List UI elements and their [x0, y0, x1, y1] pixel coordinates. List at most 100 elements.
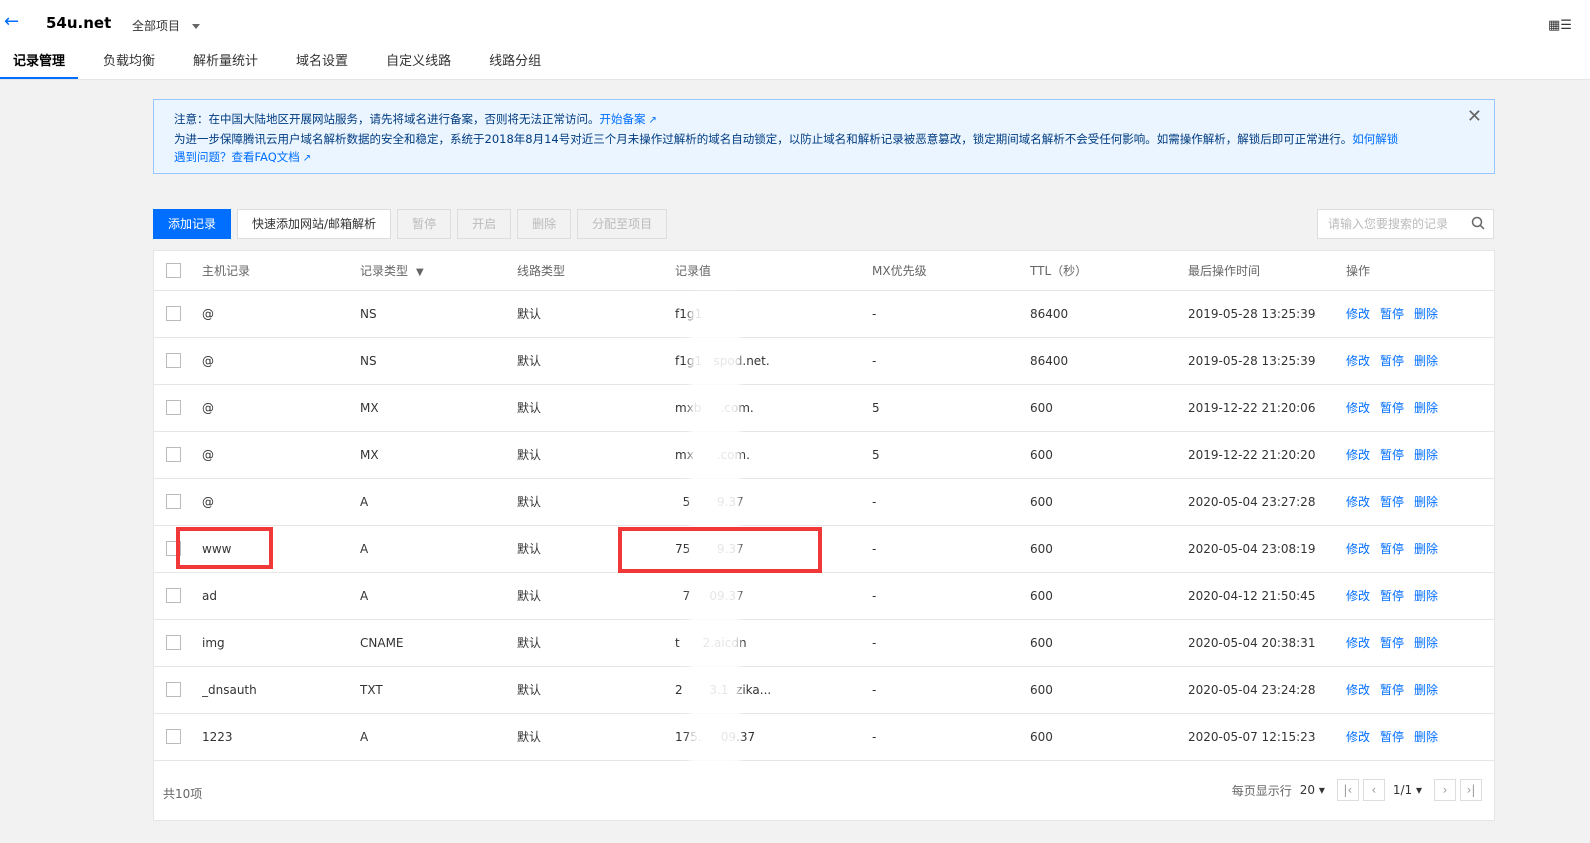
row-checkbox[interactable] [166, 306, 181, 321]
row-checkbox[interactable] [166, 353, 181, 368]
quick-add-button[interactable]: 快速添加网站/邮箱解析 [237, 209, 392, 239]
arrow-left-icon[interactable]: ← [4, 12, 24, 32]
cell-value: mxb .com. [675, 384, 872, 432]
cell-line: 默认 [517, 572, 675, 620]
pause-link[interactable]: 暂停 [1380, 542, 1404, 556]
delete-link[interactable]: 删除 [1414, 448, 1438, 462]
row-checkbox[interactable] [166, 729, 181, 744]
edit-link[interactable]: 修改 [1346, 730, 1370, 744]
tab-load-balance[interactable]: 负载均衡 [90, 45, 168, 79]
edit-link[interactable]: 修改 [1346, 683, 1370, 697]
table-footer: 共10项 每页显示行 20 ▾ |‹ ‹ 1/1 ▾ › ›| [154, 765, 1494, 821]
edit-link[interactable]: 修改 [1346, 495, 1370, 509]
cell-mx: 5 [872, 431, 1030, 479]
cell-ttl: 86400 [1030, 290, 1188, 338]
search-box [1317, 209, 1494, 239]
row-checkbox[interactable] [166, 494, 181, 509]
delete-link[interactable]: 删除 [1414, 589, 1438, 603]
select-all-checkbox[interactable] [166, 262, 181, 278]
delete-link[interactable]: 删除 [1414, 542, 1438, 556]
notice-line-3: 遇到问题？查看FAQ文档 ↗ [174, 148, 1474, 168]
pause-link[interactable]: 暂停 [1380, 401, 1404, 415]
search-icon[interactable] [1471, 216, 1485, 230]
notice-text-2: 为进一步保障腾讯云用户域名解析数据的安全和稳定，系统于2018年8月14号对近三… [174, 132, 1353, 146]
cell-line: 默认 [517, 478, 675, 526]
pause-link[interactable]: 暂停 [1380, 730, 1404, 744]
edit-link[interactable]: 修改 [1346, 448, 1370, 462]
edit-link[interactable]: 修改 [1346, 354, 1370, 368]
cell-time: 2020-05-04 20:38:31 [1188, 619, 1346, 667]
assign-project-button[interactable]: 分配至项目 [577, 209, 668, 239]
pause-link[interactable]: 暂停 [1380, 636, 1404, 650]
pause-button[interactable]: 暂停 [397, 209, 452, 239]
table-header-row: 主机记录 记录类型 ▼ 线路类型 记录值 MX优先级 TTL（秒） 最后操作时间 … [154, 251, 1494, 291]
tab-stats[interactable]: 解析量统计 [180, 45, 271, 79]
beian-link[interactable]: 开始备案 [600, 112, 646, 126]
delete-link[interactable]: 删除 [1414, 730, 1438, 744]
cell-host: 1223 [202, 713, 360, 761]
pause-link[interactable]: 暂停 [1380, 683, 1404, 697]
cell-host: @ [202, 384, 360, 432]
row-checkbox[interactable] [166, 682, 181, 697]
table-row: @ NS 默认 f1g1 spod.net. -86400 2019-05-28 13:2… [154, 337, 1494, 385]
cell-value: mx .com. [675, 431, 872, 479]
pause-link[interactable]: 暂停 [1380, 589, 1404, 603]
tab-line-group[interactable]: 线路分组 [476, 45, 554, 79]
edit-link[interactable]: 修改 [1346, 307, 1370, 321]
cell-line: 默认 [517, 337, 675, 385]
cell-value: f1g1 spod.net. [675, 337, 872, 385]
table-row: @ MX 默认 mx .com. 5 600 2019-12-22 21:20:20 修改 暂停… [154, 431, 1494, 479]
caret-down-icon [192, 24, 201, 29]
tab-custom-line[interactable]: 自定义线路 [373, 45, 464, 79]
last-page-icon[interactable]: ›| [1460, 779, 1482, 801]
close-icon[interactable]: ✕ [1467, 108, 1482, 126]
edit-link[interactable]: 修改 [1346, 589, 1370, 603]
delete-link[interactable]: 删除 [1414, 683, 1438, 697]
row-checkbox[interactable] [166, 588, 181, 603]
delete-button[interactable]: 删除 [517, 209, 572, 239]
edit-link[interactable]: 修改 [1346, 542, 1370, 556]
tab-domain-settings[interactable]: 域名设置 [283, 45, 361, 79]
edit-link[interactable]: 修改 [1346, 636, 1370, 650]
domain-title: 54u.net [46, 14, 112, 32]
cell-mx: - [872, 478, 1030, 526]
delete-link[interactable]: 删除 [1414, 307, 1438, 321]
cell-time: 2020-05-04 23:24:28 [1188, 666, 1346, 714]
tab-records[interactable]: 记录管理 [0, 45, 79, 79]
row-checkbox [154, 478, 202, 526]
search-input[interactable] [1318, 210, 1463, 238]
row-checkbox[interactable] [166, 400, 181, 415]
delete-link[interactable]: 删除 [1414, 495, 1438, 509]
cell-host: _dnsauth [202, 666, 360, 714]
next-page-icon[interactable]: › [1434, 779, 1456, 801]
delete-link[interactable]: 删除 [1414, 401, 1438, 415]
cell-value: 5 9.37 [675, 478, 872, 526]
prev-page-icon[interactable]: ‹ [1362, 779, 1385, 801]
pause-link[interactable]: 暂停 [1380, 495, 1404, 509]
add-record-button[interactable]: 添加记录 [153, 209, 232, 239]
per-page-select[interactable]: 20 ▾ [1300, 783, 1325, 797]
cell-host: ad [202, 572, 360, 620]
table-row: www A 默认 75 9.37-600 2020-05-04 23:08:19 修改 暂停… [154, 525, 1494, 573]
unlock-link[interactable]: 如何解锁 [1352, 132, 1398, 146]
enable-button[interactable]: 开启 [457, 209, 512, 239]
cell-ops: 修改 暂停 删除 [1346, 525, 1494, 573]
delete-link[interactable]: 删除 [1414, 636, 1438, 650]
pause-link[interactable]: 暂停 [1380, 448, 1404, 462]
cell-value: f1g1 [675, 290, 872, 338]
page-select[interactable]: 1/1 ▾ [1393, 783, 1422, 797]
edit-link[interactable]: 修改 [1346, 401, 1370, 415]
row-checkbox[interactable] [166, 635, 181, 650]
row-checkbox[interactable] [166, 447, 181, 462]
filter-icon[interactable]: ▼ [416, 267, 424, 278]
project-selector[interactable]: 全部项目 [132, 17, 201, 34]
notice-banner: 注意：在中国大陆地区开展网站服务，请先将域名进行备案，否则将无法正常访问。开始备… [153, 99, 1495, 174]
grid-menu-icon[interactable]: ▦☰ [1548, 18, 1572, 33]
faq-link[interactable]: 遇到问题？查看FAQ文档 [174, 150, 300, 164]
first-page-icon[interactable]: |‹ [1336, 779, 1359, 801]
delete-link[interactable]: 删除 [1414, 354, 1438, 368]
notice-line-2: 为进一步保障腾讯云用户域名解析数据的安全和稳定，系统于2018年8月14号对近三… [174, 130, 1474, 148]
pause-link[interactable]: 暂停 [1380, 307, 1404, 321]
pause-link[interactable]: 暂停 [1380, 354, 1404, 368]
row-checkbox[interactable] [166, 541, 181, 556]
